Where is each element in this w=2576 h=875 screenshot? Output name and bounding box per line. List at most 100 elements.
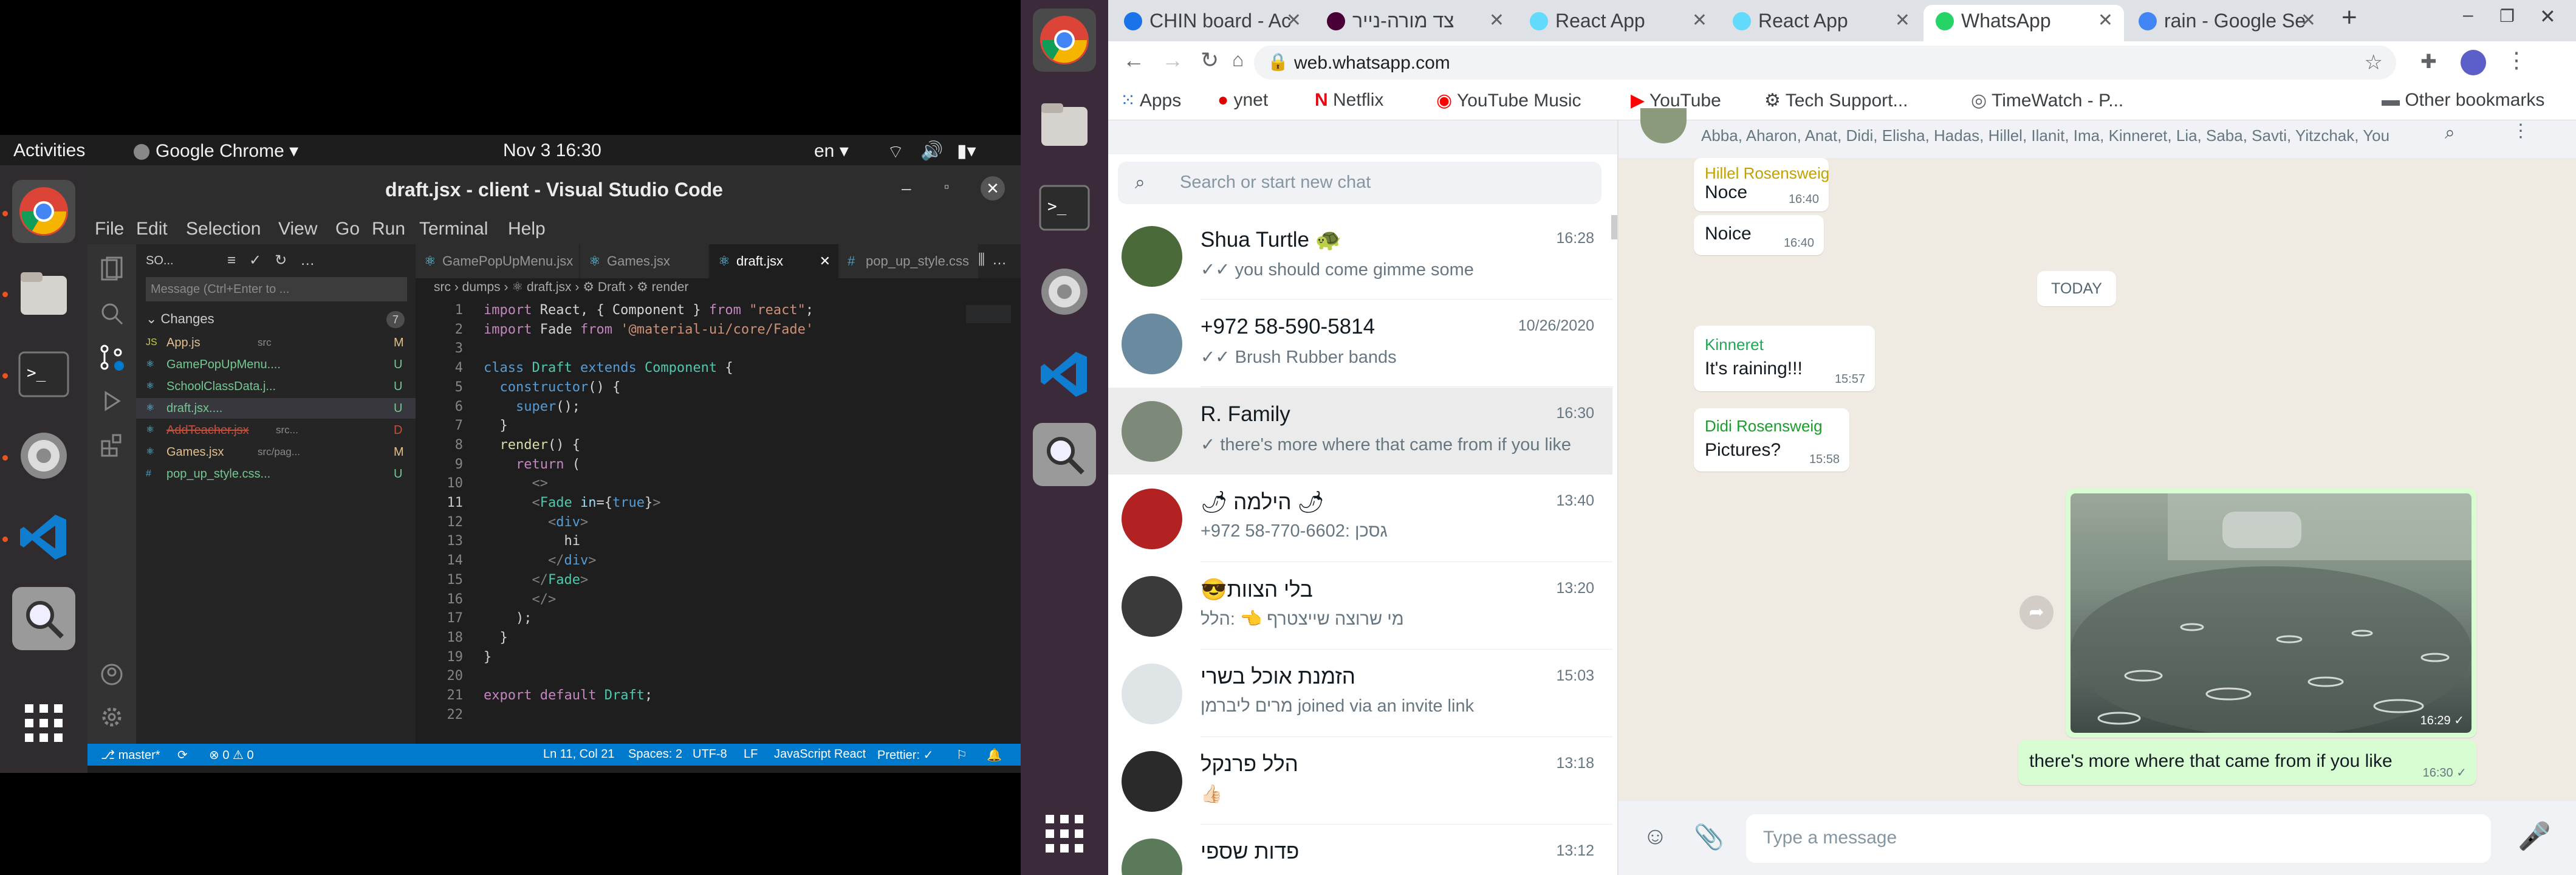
lock-icon[interactable]: 🔒 — [1267, 52, 1289, 72]
message-input[interactable]: Type a message — [1746, 814, 2491, 863]
chat-item[interactable]: הלל פרנקל 13:18 👍🏻 — [1108, 738, 1612, 825]
changed-file-item[interactable]: ⚛ SchoolClassData.j... U — [136, 376, 416, 397]
tab-close-icon[interactable]: ✕ — [1692, 5, 1707, 36]
chat-item[interactable]: R. Family 16:30 ✓ there's more where that … — [1108, 388, 1612, 475]
vscode-dock-icon[interactable] — [1033, 343, 1096, 406]
terminal-dock-icon[interactable]: >_ — [1033, 176, 1096, 239]
profile-avatar[interactable] — [2461, 50, 2486, 75]
bookmark-other[interactable]: ▬ Other bookmarks — [2382, 90, 2544, 111]
clock[interactable]: Nov 3 16:30 — [503, 140, 601, 161]
line-ending[interactable]: LF — [744, 747, 758, 761]
battery-icon[interactable]: ▮▾ — [957, 140, 976, 162]
chrome-dock-icon[interactable] — [12, 180, 75, 243]
changed-file-item[interactable]: ⚛ AddTeacher.jsx src... D — [136, 420, 416, 441]
tab-teacher-paper[interactable]: צד מורה-נייר ✕ — [1315, 5, 1515, 41]
menu-run[interactable]: Run — [372, 219, 405, 239]
breadcrumb[interactable]: src › dumps › ⚛ draft.jsx › ⚙ Draft › ⚙ … — [434, 280, 688, 301]
tab-close-icon[interactable]: ✕ — [1489, 5, 1504, 36]
changed-file-item[interactable]: JS App.js src M — [136, 332, 416, 353]
close-icon[interactable]: ✕ — [2540, 5, 2556, 28]
files-dock-icon[interactable] — [1033, 94, 1096, 157]
account-icon[interactable] — [95, 657, 129, 691]
attach-icon[interactable]: 📎 — [1694, 823, 1724, 851]
restore-icon[interactable]: ❐ — [2499, 6, 2515, 26]
changed-file-item[interactable]: ⚛ Games.jsx src/pag... M — [136, 442, 416, 462]
tab-close-icon[interactable]: ✕ — [820, 244, 831, 278]
message-bubble-outgoing[interactable]: there's more where that came from if you… — [2018, 740, 2476, 785]
prettier-status[interactable]: Prettier: ✓ — [877, 747, 933, 763]
tab-chin-board[interactable]: CHIN board - Ac ✕ — [1112, 5, 1312, 41]
encoding[interactable]: UTF-8 — [693, 747, 727, 761]
network-icon[interactable]: ⌔ — [887, 140, 904, 163]
message-bubble[interactable]: Didi Rosensweig Pictures? 15:58 — [1694, 408, 1849, 472]
tab-close-icon[interactable]: ✕ — [1286, 5, 1301, 36]
explorer-icon[interactable] — [95, 253, 129, 287]
settings-dock-icon[interactable] — [12, 424, 75, 487]
chrome-dock-icon[interactable] — [1033, 9, 1096, 72]
tab-whatsapp[interactable]: WhatsApp ✕ — [1923, 5, 2124, 41]
reload-icon[interactable]: ↻ — [1201, 47, 1219, 73]
tab-react-app-1[interactable]: React App ✕ — [1518, 5, 1718, 41]
tab-google-rain[interactable]: rain - Google Se ✕ — [2126, 5, 2327, 41]
home-icon[interactable]: ⌂ — [1232, 49, 1244, 71]
manage-gear-icon[interactable] — [95, 700, 129, 734]
search-box[interactable]: ⌕ Search or start new chat — [1118, 162, 1601, 204]
vscode-dock-icon[interactable] — [12, 506, 75, 569]
image-message[interactable]: 16:29 ✓ — [2066, 489, 2476, 738]
chrome-menu-icon[interactable]: ⋮ — [2506, 47, 2527, 73]
activities-button[interactable]: Activities — [13, 140, 85, 161]
forward-icon[interactable]: ➦ — [2019, 595, 2054, 630]
language-indicator[interactable]: en ▾ — [814, 140, 849, 162]
menu-terminal[interactable]: Terminal — [419, 219, 488, 239]
changed-file-item[interactable]: # pop_up_style.css... U — [136, 464, 416, 484]
chat-item[interactable]: 🌶 הילמה 🌶 13:40 +972 58-770-6602: גסכן — [1108, 475, 1612, 562]
message-bubble[interactable]: Noice 16:40 — [1694, 215, 1824, 255]
group-avatar[interactable] — [1640, 108, 1687, 143]
menu-view[interactable]: View — [278, 219, 317, 239]
tab-react-app-2[interactable]: React App ✕ — [1721, 5, 1921, 41]
files-dock-icon[interactable] — [12, 262, 75, 326]
chat-item[interactable]: פדות שספי 13:12 — [1108, 825, 1612, 875]
bookmark-netflix[interactable]: N Netflix — [1315, 90, 1383, 111]
app-menu[interactable]: Google Chrome ▾ — [134, 140, 298, 162]
language-mode[interactable]: JavaScript React — [774, 747, 866, 761]
sync-icon[interactable]: ⟳ — [177, 747, 188, 763]
problems-indicator[interactable]: ⊗ 0 ⚠ 0 — [209, 747, 254, 763]
commit-message-input[interactable]: Message (Ctrl+Enter to ... — [146, 277, 407, 301]
show-apps-icon[interactable] — [1033, 802, 1096, 865]
bookmark-youtube-music[interactable]: ◉ YouTube Music — [1436, 90, 1581, 111]
search-icon[interactable] — [95, 297, 129, 331]
message-bubble[interactable]: Kinneret It's raining!!! 15:57 — [1694, 326, 1875, 391]
changed-file-item[interactable]: ⚛ draft.jsx.... U — [136, 398, 416, 419]
rain-puddle-photo[interactable]: 16:29 ✓ — [2071, 493, 2472, 733]
chat-item[interactable]: +972 58-590-5814 10/26/2020 ✓✓ Brush Rubbe… — [1108, 300, 1612, 387]
notifications-icon[interactable]: 🔔 — [987, 747, 1002, 763]
tab-close-icon[interactable]: ✕ — [1895, 5, 1910, 36]
chat-item[interactable]: Shua Turtle 🐢 16:28 ✓✓ you should come gim… — [1108, 213, 1612, 300]
maximize-icon[interactable]: ▫ — [944, 179, 950, 196]
changes-header[interactable]: ⌄ Changes — [146, 311, 214, 327]
minimize-icon[interactable]: – — [2463, 5, 2473, 26]
tab-games[interactable]: ⚛ Games.jsx — [580, 244, 709, 278]
source-control-icon[interactable] — [95, 340, 129, 374]
menu-file[interactable]: File — [95, 219, 124, 239]
extensions-icon[interactable]: ✚ — [2420, 50, 2437, 73]
new-tab-button[interactable]: + — [2341, 2, 2357, 33]
chat-item[interactable]: 😎בלי הצוות 13:20 מי שרוצה שייצטרף 👈 :הלל — [1108, 563, 1612, 650]
magnifier-dock-icon[interactable] — [1033, 423, 1096, 486]
sidebar-actions[interactable]: ≡✓↻… — [227, 252, 328, 269]
scrollbar[interactable] — [1611, 215, 1617, 239]
volume-icon[interactable]: 🔊 — [920, 140, 943, 162]
terminal-dock-icon[interactable]: >_ — [12, 343, 75, 406]
code-view[interactable]: 1 import React, { Component } from "react… — [416, 303, 1021, 722]
feedback-icon[interactable]: ⚐ — [956, 747, 967, 763]
show-apps-icon[interactable] — [12, 691, 75, 755]
cursor-position[interactable]: Ln 11, Col 21 — [543, 747, 615, 761]
branch-indicator[interactable]: ⎇ master* — [101, 747, 160, 763]
magnifier-dock-icon[interactable] — [12, 587, 75, 650]
indentation[interactable]: Spaces: 2 — [628, 747, 682, 761]
forward-icon[interactable]: → — [1162, 47, 1184, 73]
back-icon[interactable]: ← — [1123, 47, 1145, 73]
bookmark-timewatch[interactable]: ◎ TimeWatch - P... — [1971, 90, 2123, 111]
tab-close-icon[interactable]: ✕ — [2098, 5, 2113, 36]
